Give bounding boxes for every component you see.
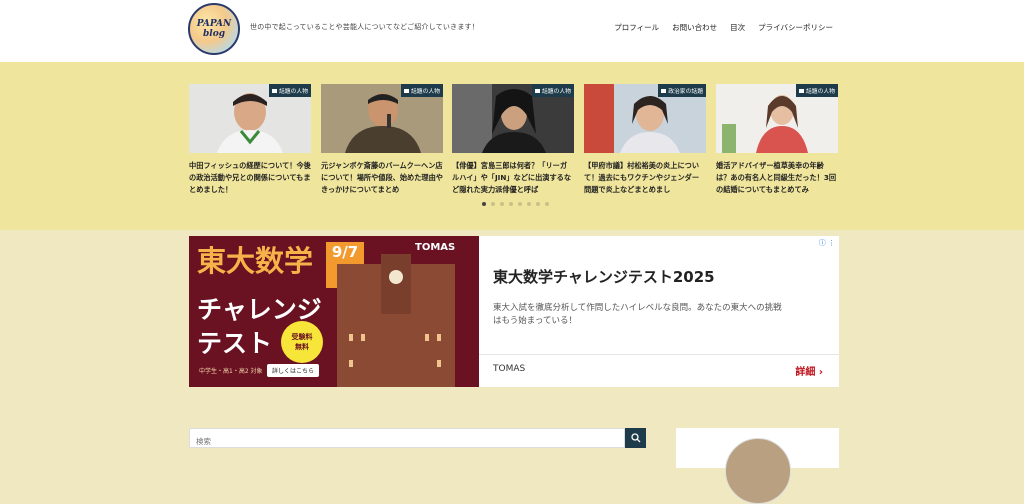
category-tag-label: 話題の人物 [279, 89, 308, 95]
card-thumbnail: 話題の人物 [189, 84, 311, 153]
logo-text-line2: blog [202, 29, 225, 39]
article-carousel: 話題の人物 中田フィッシュの経歴について！今後の政治活動や兄との関係についてもま… [0, 62, 1024, 230]
carousel-dot[interactable] [545, 202, 549, 206]
category-tag-label: 政治家の話題 [668, 89, 703, 95]
carousel-card[interactable]: 話題の人物 【俳優】宮島三郎は何者？「リーガルハイ」や「JIN」などに出演するな… [452, 84, 574, 199]
ad-image-headline-3: テスト [197, 329, 273, 358]
card-thumbnail: 話題の人物 [716, 84, 838, 153]
carousel-pagination [482, 202, 549, 206]
ad-text-panel[interactable]: ⓘ ⋮ 東大数学チャレンジテスト2025 東大入試を徹底分析して作問したハイレベ… [479, 236, 839, 387]
badge-line-1: 受験料 [291, 333, 313, 341]
window [349, 360, 353, 367]
site-tagline: 世の中で起こっていることや芸能人についてなどご紹介していきます！ [250, 23, 479, 31]
carousel-dot[interactable] [509, 202, 513, 206]
card-title[interactable]: 【甲府市議】村松裕美の炎上について！過去にもワクチンやジェンダー問題で炎上などま… [584, 160, 706, 196]
advertisement[interactable]: 東大数学 9/7 チャレンジ テスト TOMAS 受験料 無料 中学生・高1・高… [189, 236, 839, 387]
card-title[interactable]: 婚活アドバイザー植草美幸の年齢は？あの有名人と同級生だった！3回の結婚についても… [716, 160, 838, 196]
site-header: PAPAN blog 世の中で起こっていることや芸能人についてなどご紹介していき… [0, 0, 1024, 62]
nav-profile[interactable]: プロフィール [614, 22, 659, 33]
category-tag[interactable]: 話題の人物 [401, 84, 443, 97]
card-thumbnail: 話題の人物 [321, 84, 443, 153]
ad-target-audience: 中学生・高1・高2 対象 [199, 368, 263, 375]
carousel-dot[interactable] [500, 202, 504, 206]
ad-title[interactable]: 東大数学チャレンジテスト2025 [493, 266, 715, 287]
ad-image-detail-button[interactable]: 詳しくはこちら [267, 364, 320, 377]
search-button[interactable] [625, 428, 646, 448]
ad-more-label: 詳細 [795, 367, 816, 378]
nav-toc[interactable]: 目次 [730, 22, 745, 33]
search-input[interactable] [190, 432, 622, 451]
ad-date-text: 9/7 [331, 243, 359, 261]
ad-image[interactable]: 東大数学 9/7 チャレンジ テスト TOMAS 受験料 無料 中学生・高1・高… [189, 236, 479, 387]
window [361, 334, 365, 341]
carousel-card[interactable]: 話題の人物 婚活アドバイザー植草美幸の年齢は？あの有名人と同級生だった！3回の結… [716, 84, 838, 199]
search-box [189, 428, 625, 451]
main-nav: プロフィール お問い合わせ 目次 プライバシーポリシー [614, 22, 833, 33]
window [349, 334, 353, 341]
category-tag-label: 話題の人物 [806, 89, 835, 95]
tomas-logo: TOMAS [415, 242, 456, 253]
card-title[interactable]: 元ジャンボケ斎藤のバームクーヘン店について！場所や値段、始めた理由やきっかけにつ… [321, 160, 443, 196]
carousel-dot[interactable] [482, 202, 486, 206]
university-building-illustration [337, 254, 455, 387]
logo-text-line1: PAPAN [196, 19, 232, 29]
site-logo[interactable]: PAPAN blog [188, 3, 240, 55]
carousel-dot[interactable] [491, 202, 495, 206]
badge-line-2: 無料 [295, 343, 309, 351]
sidebar-profile-widget [676, 428, 839, 504]
free-fee-badge: 受験料 無料 [281, 321, 323, 363]
folder-icon [404, 88, 409, 93]
window [425, 334, 429, 341]
ad-image-headline-1: 東大数学 [197, 244, 314, 278]
folder-icon [272, 88, 277, 93]
chevron-right-icon: › [818, 367, 823, 378]
clock-tower [381, 254, 411, 314]
window [437, 360, 441, 367]
carousel-dot[interactable] [518, 202, 522, 206]
folder-icon [661, 88, 667, 93]
category-tag[interactable]: 話題の人物 [796, 84, 838, 97]
folder-icon [535, 88, 540, 93]
category-tag-label: 話題の人物 [411, 89, 440, 95]
category-tag[interactable]: 政治家の話題 [658, 84, 706, 97]
nav-privacy-policy[interactable]: プライバシーポリシー [758, 22, 833, 33]
card-title[interactable]: 【俳優】宮島三郎は何者？「リーガルハイ」や「JIN」などに出演するなど隠れた実力… [452, 160, 574, 196]
window [437, 334, 441, 341]
card-title[interactable]: 中田フィッシュの経歴について！今後の政治活動や兄との関係についてもまとめました！ [189, 160, 311, 196]
card-thumbnail: 話題の人物 [452, 84, 574, 153]
carousel-card[interactable]: 話題の人物 元ジャンボケ斎藤のバームクーヘン店について！場所や値段、始めた理由や… [321, 84, 443, 199]
category-tag-label: 話題の人物 [542, 89, 571, 95]
card-thumbnail: 政治家の話題 [584, 84, 706, 153]
ad-info-icon[interactable]: ⓘ ⋮ [819, 238, 835, 248]
ad-more-link[interactable]: 詳細 › [795, 363, 823, 378]
folder-icon [799, 88, 804, 93]
ad-description: 東大入試を徹底分析して作問したハイレベルな良問。あなたの東大への挑戦はもう始まっ… [493, 303, 782, 326]
carousel-card[interactable]: 話題の人物 中田フィッシュの経歴について！今後の政治活動や兄との関係についてもま… [189, 84, 311, 199]
carousel-dot[interactable] [536, 202, 540, 206]
category-tag[interactable]: 話題の人物 [532, 84, 574, 97]
clock-icon [389, 270, 403, 284]
nav-contact[interactable]: お問い合わせ [672, 22, 717, 33]
ad-divider [479, 354, 839, 355]
carousel-card[interactable]: 政治家の話題 【甲府市議】村松裕美の炎上について！過去にもワクチンやジェンダー問… [584, 84, 706, 199]
search-icon [630, 433, 640, 443]
profile-avatar [725, 438, 791, 504]
category-tag[interactable]: 話題の人物 [269, 84, 311, 97]
ad-advertiser: TOMAS [493, 364, 526, 374]
carousel-dot[interactable] [527, 202, 531, 206]
